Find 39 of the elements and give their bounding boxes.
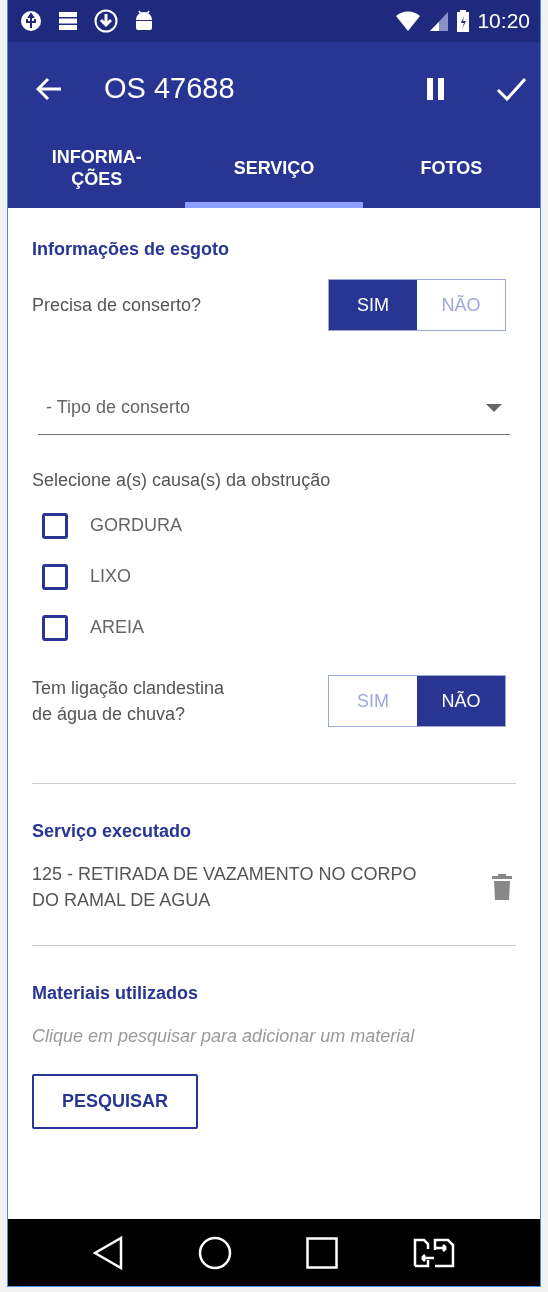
download-icon: [94, 9, 118, 33]
recents-nav-icon[interactable]: [306, 1236, 339, 1269]
checkbox[interactable]: [42, 614, 68, 641]
pause-icon[interactable]: [426, 76, 446, 101]
section-heading: Serviço executado: [32, 820, 193, 844]
search-button[interactable]: PESQUISAR: [32, 1074, 199, 1130]
question-label: Precisa de conserto?: [32, 293, 202, 317]
back-nav-icon[interactable]: [93, 1235, 124, 1270]
toggle-option[interactable]: NÃO: [417, 676, 505, 727]
toggle-option[interactable]: SIM: [329, 280, 417, 330]
checkmark-icon[interactable]: [496, 76, 526, 101]
checkbox-label: GORDURA: [90, 514, 182, 537]
switch-icon[interactable]: [412, 1237, 455, 1268]
signal-icon: [429, 10, 450, 32]
dropdown-caret-icon: [486, 403, 502, 412]
storage-icon: [58, 11, 78, 31]
tab[interactable]: INFORMA- ÇÕES: [8, 135, 186, 208]
back-arrow-icon[interactable]: [36, 76, 62, 101]
repair-type-dropdown[interactable]: - Tipo de conserto: [38, 381, 510, 435]
causes-label: Selecione a(s) causa(s) da obstrução: [32, 469, 332, 492]
usb-icon: [20, 10, 42, 32]
status-time: 10:20: [477, 8, 530, 35]
checkbox[interactable]: [42, 563, 68, 590]
home-nav-icon[interactable]: [197, 1235, 232, 1270]
screen-title: OS 47688: [104, 70, 235, 106]
service-item: 125 - RETIRADA DE VAZAMENTO NO CORPO DO RAMAL DE AGUA: [32, 863, 417, 913]
wifi-icon: [395, 10, 422, 32]
checkbox-label: AREIA: [90, 616, 145, 639]
android-icon: [134, 10, 154, 32]
battery-icon: [457, 10, 470, 32]
question-label: Tem ligação clandestina de água de chuva?: [32, 677, 225, 727]
checkbox[interactable]: [42, 512, 68, 539]
tab[interactable]: FOTOS: [362, 135, 540, 208]
trash-icon[interactable]: [492, 874, 512, 901]
tab[interactable]: SERVIÇO: [185, 135, 363, 208]
hint-text: Clique em pesquisar para adicionar um material: [32, 1025, 416, 1049]
section-heading: Materiais utilizados: [32, 982, 200, 1006]
section-heading: Informações de esgoto: [32, 238, 231, 261]
checkbox-label: LIXO: [90, 565, 132, 588]
